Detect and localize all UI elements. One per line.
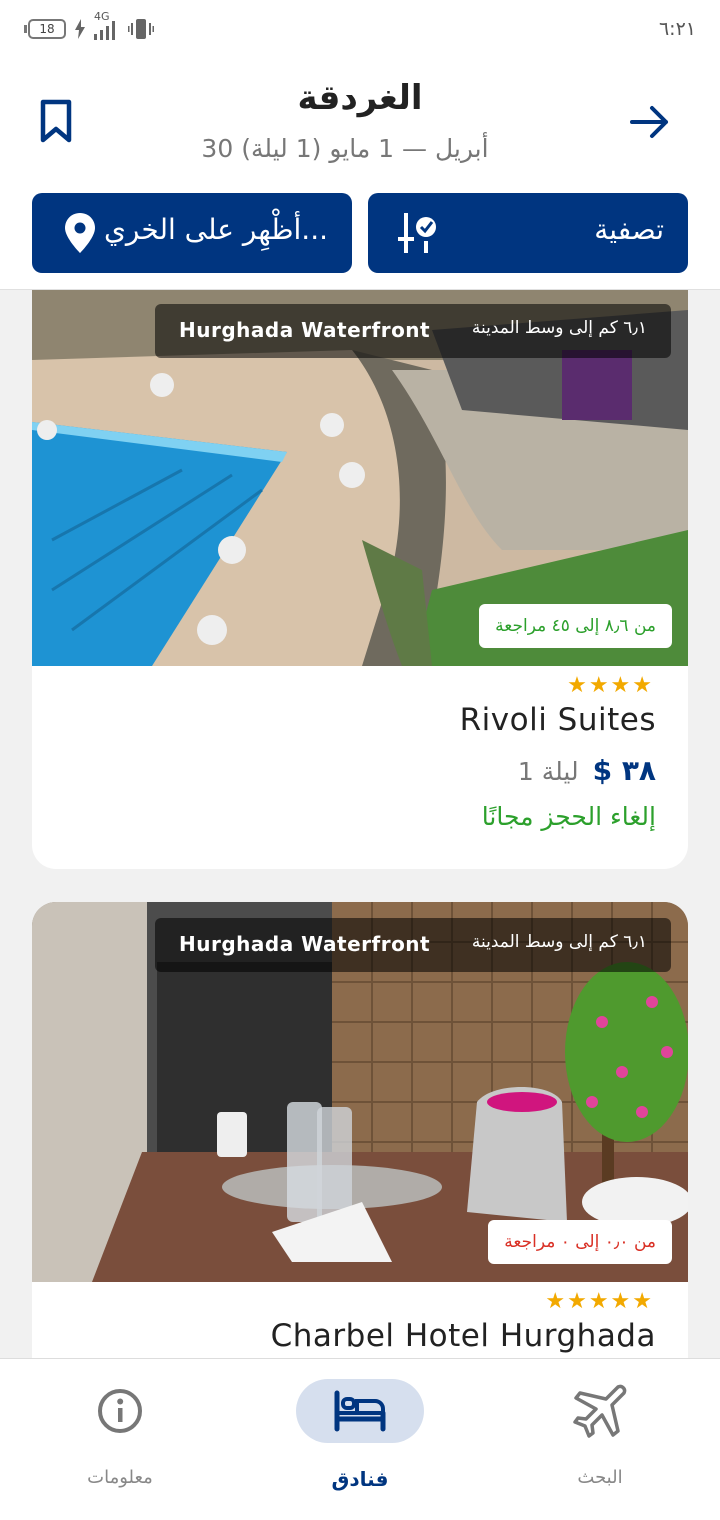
- price-label: $ ٣٨: [592, 754, 656, 787]
- hotel-photo-kitchen[interactable]: Hurghada Waterfront ٦٫١ كم إلى وسط المدي…: [32, 902, 688, 1282]
- nav-hotels-label: فنادق: [331, 1467, 389, 1491]
- hotel-name[interactable]: Charbel Hotel Hurghada: [271, 1318, 656, 1354]
- filter-sliders-icon: [398, 213, 436, 253]
- distance-label: ٦٫١ كم إلى وسط المدينة: [471, 318, 647, 338]
- bottom-navigation: معلومات فنادق البحث: [0, 1358, 720, 1520]
- page-title: الغردقة: [297, 78, 423, 118]
- hotel-list[interactable]: Hurghada Waterfront ٦٫١ كم إلى وسط المدي…: [0, 290, 720, 1358]
- nav-info[interactable]: معلومات: [20, 1379, 220, 1509]
- nav-search-label: البحث: [577, 1467, 623, 1488]
- location-tag: Hurghada Waterfront ٦٫١ كم إلى وسط المدي…: [155, 918, 671, 972]
- signal-icon: 4G: [94, 10, 120, 42]
- star-rating: ★★★★★: [545, 1289, 654, 1314]
- date-range[interactable]: 30 أبريل — 1 مايو (1 ليلة): [0, 134, 690, 163]
- filter-label: تصفية: [594, 213, 664, 246]
- bed-icon: [334, 1390, 386, 1432]
- airplane-icon: [573, 1384, 627, 1438]
- review-score-badge: من ٠٫٠ إلى ٠ مراجعة: [488, 1220, 672, 1264]
- bed-icon-wrap: [296, 1379, 424, 1443]
- show-on-map-button[interactable]: أظْهِر على الخري...: [32, 193, 352, 273]
- location-tag: Hurghada Waterfront ٦٫١ كم إلى وسط المدي…: [155, 304, 671, 358]
- hotel-card[interactable]: Hurghada Waterfront ٦٫١ كم إلى وسط المدي…: [32, 290, 688, 869]
- nav-hotels[interactable]: فنادق: [260, 1379, 460, 1509]
- show-on-map-label: أظْهِر على الخري...: [104, 213, 328, 246]
- review-score-badge: من ٨٫٦ إلى ٤٥ مراجعة: [479, 604, 672, 648]
- airplane-icon-wrap: [536, 1379, 664, 1443]
- neighborhood-label: Hurghada Waterfront: [179, 932, 431, 956]
- nights-label: 1 ليلة: [517, 757, 579, 786]
- nav-info-label: معلومات: [87, 1467, 153, 1488]
- battery-icon: 18: [24, 19, 66, 39]
- hotel-photo-pool[interactable]: Hurghada Waterfront ٦٫١ كم إلى وسط المدي…: [32, 290, 688, 666]
- map-pin-icon: [65, 213, 95, 253]
- back-button[interactable]: [628, 100, 672, 144]
- free-cancellation-label: إلغاء الحجز مجانًا: [481, 802, 656, 831]
- hotel-name[interactable]: Rivoli Suites: [460, 702, 656, 738]
- status-icons: 18 4G: [24, 10, 154, 42]
- info-icon: [98, 1389, 142, 1433]
- status-bar: 18 4G ٦:٢١: [0, 0, 720, 62]
- distance-label: ٦٫١ كم إلى وسط المدينة: [471, 932, 647, 952]
- neighborhood-label: Hurghada Waterfront: [179, 318, 431, 342]
- nav-search[interactable]: البحث: [500, 1379, 700, 1509]
- vibrate-icon: [128, 19, 154, 39]
- hotel-card[interactable]: Hurghada Waterfront ٦٫١ كم إلى وسط المدي…: [32, 902, 688, 1358]
- arrow-right-icon: [630, 106, 668, 138]
- charging-icon: [75, 19, 85, 39]
- star-rating: ★★★★: [567, 673, 654, 698]
- info-icon-wrap: [56, 1379, 184, 1443]
- filter-button[interactable]: تصفية: [368, 193, 688, 273]
- price-row: 1 ليلة $ ٣٨: [518, 754, 656, 787]
- app-screen: 18 4G ٦:٢١ الغردقة 30 أبريل — 1 مايو (1 …: [0, 0, 720, 1520]
- app-header: الغردقة 30 أبريل — 1 مايو (1 ليلة) أظْهِ…: [0, 62, 720, 290]
- clock: ٦:٢١: [658, 18, 696, 40]
- battery-level: 18: [28, 19, 66, 39]
